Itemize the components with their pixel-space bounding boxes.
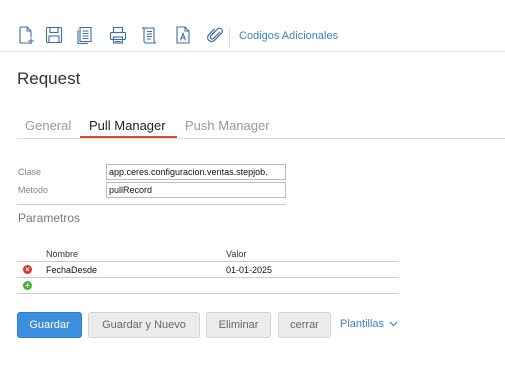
tab-general[interactable]: General (25, 118, 71, 133)
tab-pull-manager[interactable]: Pull Manager (89, 118, 166, 133)
guardar-y-nuevo-button[interactable]: Guardar y Nuevo (88, 312, 200, 338)
cell-valor[interactable]: 01-01-2025 (226, 265, 272, 275)
text-document-icon[interactable] (173, 25, 193, 45)
plantillas-label: Plantillas (340, 318, 385, 330)
print-icon[interactable] (108, 25, 128, 45)
toolbar-separator (229, 26, 230, 48)
cell-nombre[interactable]: FechaDesde (46, 265, 97, 275)
eliminar-button[interactable]: Eliminar (206, 312, 271, 338)
save-icon[interactable] (44, 25, 64, 45)
clase-field[interactable]: app.ceres.configuracion.ventas.stepjob. (106, 164, 286, 180)
clase-label: Clase (18, 167, 42, 177)
section-divider (17, 204, 286, 205)
column-header-valor: Valor (226, 249, 247, 259)
new-document-icon[interactable] (16, 25, 36, 45)
codigos-adicionales-link[interactable]: Codigos Adicionales (239, 30, 338, 42)
delete-row-icon[interactable]: × (23, 265, 32, 274)
attachment-icon[interactable] (205, 25, 225, 45)
metodo-label: Metodo (18, 185, 49, 195)
active-tab-underline (80, 136, 177, 138)
chevron-down-icon (389, 321, 398, 327)
metodo-field[interactable]: pullRecord (106, 182, 286, 198)
parametros-table: Nombre Valor × FechaDesde 01-01-2025 + (17, 247, 399, 294)
tab-bar: General Pull Manager Push Manager (17, 117, 505, 139)
plantillas-dropdown[interactable]: Plantillas (340, 318, 398, 330)
script-icon[interactable] (140, 25, 160, 45)
tab-push-manager[interactable]: Push Manager (185, 118, 270, 133)
guardar-button[interactable]: Guardar (17, 312, 82, 338)
page-title: Request (17, 69, 81, 88)
table-header: Nombre Valor (17, 247, 399, 262)
column-header-nombre: Nombre (46, 249, 79, 259)
add-row-icon[interactable]: + (23, 281, 32, 290)
toolbar: Codigos Adicionales (0, 0, 505, 52)
add-row: + (17, 278, 399, 294)
cerrar-button[interactable]: cerrar (278, 312, 331, 338)
copy-icon[interactable] (75, 25, 95, 45)
parametros-title: Parametros (18, 211, 81, 225)
table-row[interactable]: × FechaDesde 01-01-2025 (17, 262, 399, 278)
